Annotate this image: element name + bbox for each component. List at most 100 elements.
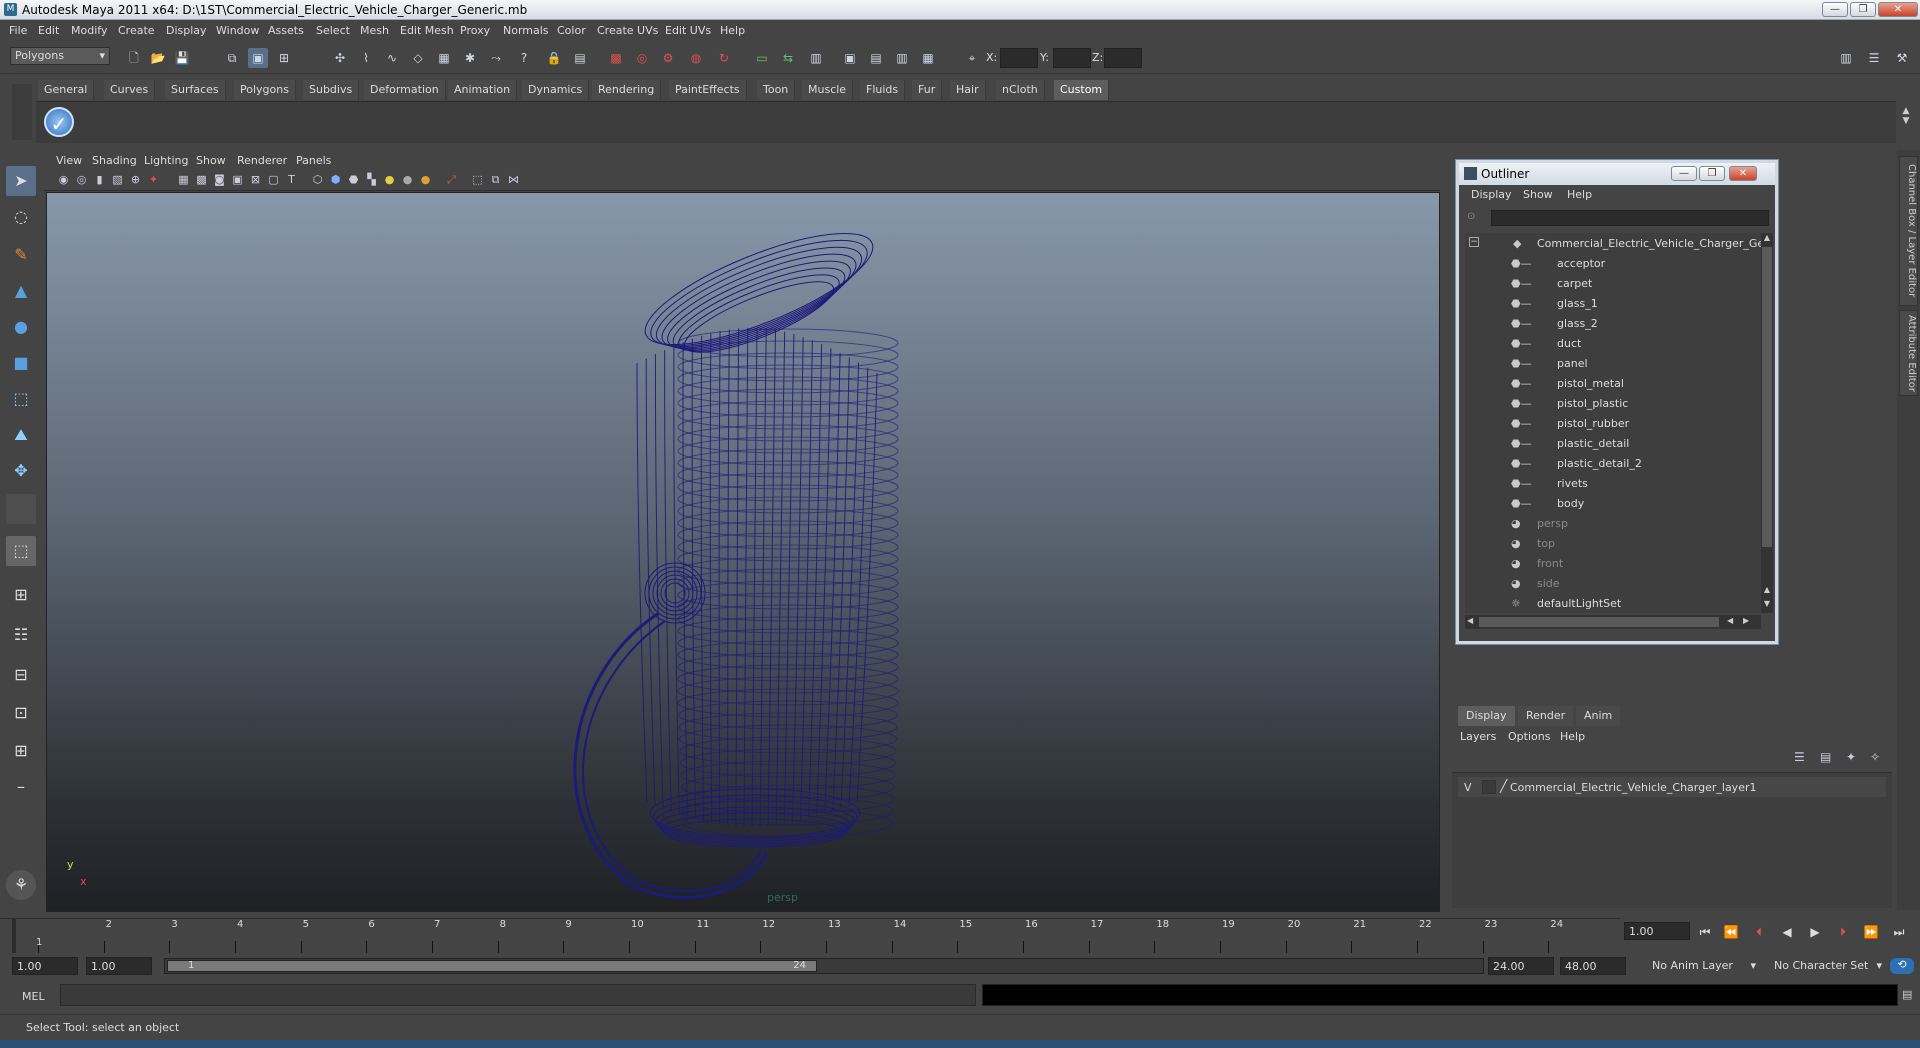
last-tool-slot-icon[interactable] <box>6 494 36 524</box>
wireframe-icon[interactable]: ▦ <box>176 172 191 187</box>
character-set-selector[interactable]: No Character Set ▾ <box>1770 957 1884 975</box>
shelf-tab-ncloth[interactable]: nCloth <box>996 80 1045 100</box>
attribute-editor-toggle-icon[interactable]: ▥ <box>806 48 826 68</box>
play-forwards-icon[interactable]: ▶ <box>1806 924 1824 940</box>
film-gate-icon[interactable]: ✦ <box>146 172 161 187</box>
layer-row[interactable]: V ╱ Commercial_Electric_Vehicle_Charger_… <box>1458 777 1886 797</box>
step-forward-key-icon[interactable]: ⏵ <box>1834 924 1852 940</box>
vp-menu-lighting[interactable]: Lighting <box>144 154 188 167</box>
default-light-icon[interactable]: ● <box>382 172 397 187</box>
layer-tab-display[interactable]: Display <box>1458 706 1515 726</box>
lights-icon[interactable]: ⊠ <box>248 172 263 187</box>
camera-select-icon[interactable]: ◉ <box>56 172 71 187</box>
shelf-tab-muscle[interactable]: Muscle <box>802 80 854 100</box>
x-field[interactable] <box>1000 48 1038 68</box>
hypershade-layout-icon[interactable]: ⊡ <box>6 698 36 728</box>
outliner-item-mesh[interactable]: ⬣— plastic_detail_2 <box>1465 453 1761 473</box>
toggle-tool-settings-icon[interactable]: ⚒ <box>1892 48 1912 68</box>
scale-tool-icon[interactable]: ■ <box>6 348 36 378</box>
shelf-tab-general[interactable]: General <box>38 80 95 100</box>
menu-edit-uvs[interactable]: Edit UVs <box>665 24 711 37</box>
new-layer-icon[interactable]: ▤ <box>1820 750 1831 764</box>
script-editor-icon[interactable]: ▤ <box>1902 988 1912 1001</box>
select-camera-icon[interactable]: ⤢ <box>444 172 459 187</box>
outliner-item-mesh[interactable]: ⬣— acceptor <box>1465 253 1761 273</box>
wireframe-on-shaded-icon[interactable]: ◙ <box>212 172 227 187</box>
shelf-tab-painteffects[interactable]: PaintEffects <box>669 80 747 100</box>
hardware-texture-icon[interactable]: ⬢ <box>328 172 343 187</box>
select-object-icon[interactable]: ▣ <box>248 48 268 68</box>
outliner-scroll-thumb[interactable] <box>1762 247 1772 547</box>
graph-editor-layout-icon[interactable]: ⊞ <box>6 736 36 766</box>
paint-select-tool-icon[interactable]: ✎ <box>6 240 36 270</box>
layer-menu-layers[interactable]: Layers <box>1460 730 1496 743</box>
outliner-filter-field[interactable] <box>1491 210 1769 226</box>
lasso-tool-icon[interactable]: ◌ <box>6 202 36 232</box>
collapse-toggle-icon[interactable]: − <box>1469 237 1479 247</box>
isolate-select-icon[interactable]: ⬡ <box>310 172 325 187</box>
tab-channel-box-layer-editor[interactable]: Channel Box / Layer Editor <box>1899 156 1918 306</box>
select-component-icon[interactable]: ⊞ <box>274 48 294 68</box>
render-view-icon[interactable]: ↻ <box>714 48 734 68</box>
sculpt-icon[interactable]: ▣ <box>840 48 860 68</box>
snap-grid-icon[interactable]: ✣ <box>330 48 350 68</box>
snap-surface-icon[interactable]: ▦ <box>434 48 454 68</box>
outliner-item-mesh[interactable]: ⬣— glass_1 <box>1465 293 1761 313</box>
xray-icon[interactable]: T <box>284 172 299 187</box>
new-layer-selected-icon[interactable]: ✦ <box>1846 750 1856 764</box>
shelf-tab-custom[interactable]: Custom <box>1054 80 1110 100</box>
shelf-tab-fur[interactable]: Fur <box>912 80 943 100</box>
start-time-field[interactable]: 1.00 <box>12 957 78 975</box>
menu-proxy[interactable]: Proxy <box>460 24 490 37</box>
menu-help[interactable]: Help <box>720 24 745 37</box>
toggle-channel-box-icon[interactable]: ☰ <box>1864 48 1884 68</box>
mel-label[interactable]: MEL <box>22 990 45 1003</box>
outliner-maximize-button[interactable]: ❐ <box>1699 166 1725 181</box>
ambient-occlusion-icon[interactable]: ⬣ <box>346 172 361 187</box>
hypershade-icon[interactable]: ◍ <box>686 48 706 68</box>
show-manipulator-icon[interactable]: ✥ <box>6 456 36 486</box>
menu-create[interactable]: Create <box>118 24 155 37</box>
bookmarks-icon[interactable]: ▮ <box>92 172 107 187</box>
outliner-item-root[interactable]: ◆ Commercial_Electric_Vehicle_Charger_Gen… <box>1465 233 1761 253</box>
layer-editor-toggle-icon[interactable]: ▦ <box>918 48 938 68</box>
snap-curve-icon[interactable]: ⌇ <box>356 48 376 68</box>
z-field[interactable] <box>1104 48 1142 68</box>
input-line-icon[interactable]: ▭ <box>752 48 772 68</box>
delete-layer-icon[interactable]: ✧ <box>1870 750 1880 764</box>
layer-name[interactable]: Commercial_Electric_Vehicle_Charger_laye… <box>1510 781 1756 794</box>
tab-attribute-editor[interactable]: Attribute Editor <box>1899 310 1918 396</box>
menu-edit-mesh[interactable]: Edit Mesh <box>400 24 454 37</box>
shelf-tab-subdivs[interactable]: Subdivs <box>303 80 360 100</box>
single-perspective-layout-icon[interactable]: ⬚ <box>6 536 36 566</box>
shelf-menu-handle[interactable] <box>12 84 32 140</box>
shelf-scroll-arrows-icon[interactable]: ▲ ▼ <box>1898 106 1914 136</box>
checker-icon[interactable]: ▚ <box>364 172 379 187</box>
outliner-item-mesh[interactable]: ⬣— duct <box>1465 333 1761 353</box>
channel-box-toggle-icon[interactable]: ▥ <box>892 48 912 68</box>
soft-mod-tool-icon[interactable]: ⛰ <box>6 420 36 450</box>
step-forward-frame-icon[interactable]: ⏩ <box>1862 924 1880 940</box>
persp-outliner-layout-icon[interactable]: ☷ <box>6 620 36 650</box>
shelf-tab-deformation[interactable]: Deformation <box>364 80 446 100</box>
scroll-left-icon[interactable]: ◀ <box>1467 616 1473 625</box>
outliner-item-camera[interactable]: ◕ top <box>1465 533 1761 553</box>
outliner-vertical-scrollbar[interactable]: ▲ ▲ ▼ <box>1761 233 1773 613</box>
layout-options-icon[interactable]: – <box>6 772 36 802</box>
menu-normals[interactable]: Normals <box>503 24 549 37</box>
select-tool-icon[interactable]: ➤ <box>6 166 36 196</box>
image-plane-icon[interactable]: ▧ <box>110 172 125 187</box>
shadows-icon[interactable]: ▢ <box>266 172 281 187</box>
go-to-end-icon[interactable]: ⏭ <box>1890 924 1908 940</box>
perspective-viewport[interactable]: y x persp <box>46 192 1440 912</box>
smooth-shade-icon[interactable]: ▩ <box>194 172 209 187</box>
current-time-field[interactable]: 1.00 <box>1624 922 1690 940</box>
render-frame-icon[interactable]: ▩ <box>606 48 626 68</box>
menu-color[interactable]: Color <box>557 24 586 37</box>
camera-attributes-icon[interactable]: ◎ <box>74 172 89 187</box>
outliner-item-camera[interactable]: ◕ persp <box>1465 513 1761 533</box>
textured-icon[interactable]: ▣ <box>230 172 245 187</box>
outliner-item-mesh[interactable]: ⬣— panel <box>1465 353 1761 373</box>
high-quality-icon[interactable]: ● <box>418 172 433 187</box>
step-back-key-icon[interactable]: ⏴ <box>1750 924 1768 940</box>
